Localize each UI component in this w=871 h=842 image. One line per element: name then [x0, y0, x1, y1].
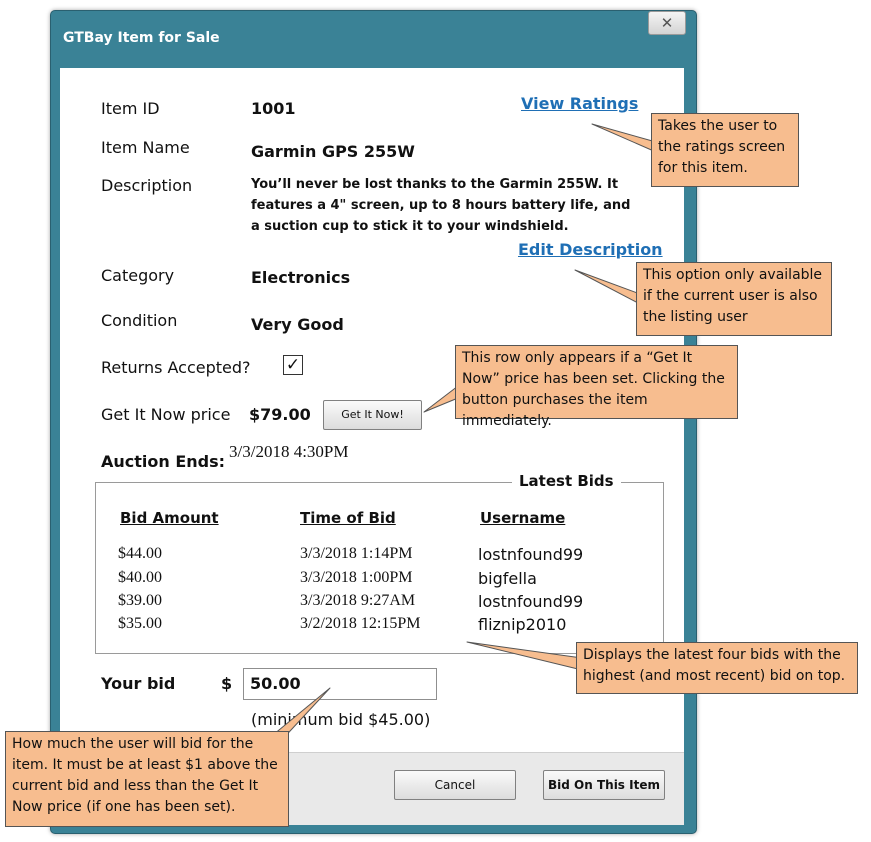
item-name-value: Garmin GPS 255W	[251, 142, 415, 161]
window-title: GTBay Item for Sale	[63, 30, 220, 46]
callout-view-ratings: Takes the user to the ratings screen for…	[651, 113, 799, 187]
column-header-bid-amount: Bid Amount	[120, 509, 219, 527]
returns-accepted-checkbox[interactable]: ✓	[283, 355, 303, 375]
callout-latest-bids: Displays the latest four bids with the h…	[576, 642, 858, 694]
bid-on-item-button[interactable]: Bid On This Item	[543, 770, 665, 800]
bid-time: 3/2/2018 12:15PM	[300, 615, 421, 632]
bid-username: fliznip2010	[478, 615, 567, 634]
bid-time: 3/3/2018 9:27AM	[300, 592, 416, 609]
item-name-label: Item Name	[101, 138, 190, 157]
condition-label: Condition	[101, 311, 178, 330]
cancel-button[interactable]: Cancel	[394, 770, 516, 800]
bid-amount: $44.00	[118, 545, 162, 562]
get-it-now-price: $79.00	[249, 405, 311, 424]
currency-symbol: $	[221, 674, 233, 693]
minimum-bid-hint: (minimum bid $45.00)	[251, 710, 431, 729]
close-icon: ✕	[660, 14, 674, 32]
view-ratings-link[interactable]: View Ratings	[521, 94, 638, 113]
auction-ends-value: 3/3/2018 4:30PM	[229, 442, 349, 461]
category-value: Electronics	[251, 268, 351, 287]
column-header-username: Username	[480, 509, 566, 527]
bid-username: lostnfound99	[478, 545, 584, 564]
close-button[interactable]: ✕	[648, 11, 686, 35]
bid-time: 3/3/2018 1:00PM	[300, 569, 413, 586]
auction-ends-label: Auction Ends:	[101, 452, 226, 471]
edit-description-link[interactable]: Edit Description	[518, 240, 663, 259]
item-id-value: 1001	[251, 99, 296, 118]
get-it-now-label: Get It Now price	[101, 405, 231, 424]
callout-edit-description: This option only available if the curren…	[636, 262, 832, 336]
returns-accepted-label: Returns Accepted?	[101, 358, 251, 377]
description-text: You’ll never be lost thanks to the Garmi…	[251, 177, 631, 234]
bid-username: bigfella	[478, 569, 537, 588]
column-header-time-of-bid: Time of Bid	[300, 509, 396, 527]
checkmark-icon: ✓	[285, 355, 301, 375]
bid-amount: $35.00	[118, 615, 162, 632]
description-label: Description	[101, 176, 193, 195]
callout-your-bid: How much the user will bid for the item.…	[5, 731, 289, 827]
bid-amount: $39.00	[118, 592, 162, 609]
condition-value: Very Good	[251, 315, 344, 334]
bid-time: 3/3/2018 1:14PM	[300, 545, 413, 562]
category-label: Category	[101, 266, 175, 285]
latest-bids-title: Latest Bids	[512, 472, 621, 490]
item-id-label: Item ID	[101, 99, 160, 118]
callout-get-it-now: This row only appears if a “Get It Now” …	[455, 345, 738, 429]
bid-amount: $40.00	[118, 569, 162, 586]
get-it-now-button[interactable]: Get It Now!	[323, 400, 422, 430]
bid-amount-input[interactable]: 50.00	[243, 668, 437, 700]
your-bid-label: Your bid	[101, 674, 176, 693]
bid-username: lostnfound99	[478, 592, 584, 611]
